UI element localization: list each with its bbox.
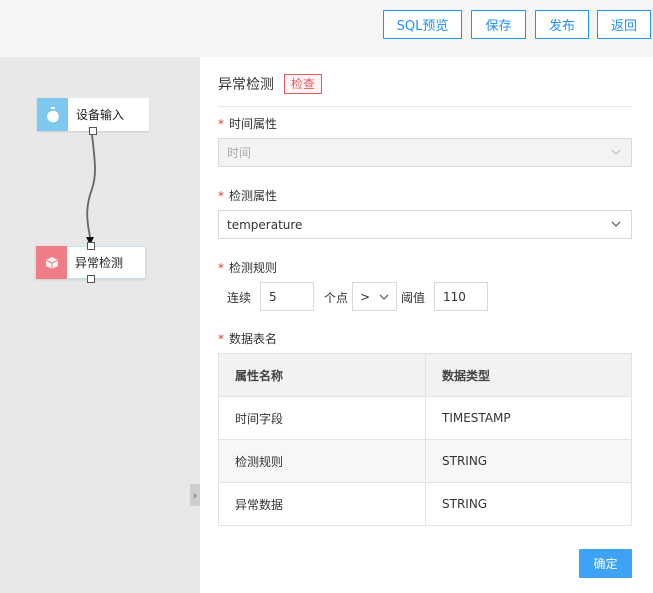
threshold-label: 阈值 [401, 291, 426, 305]
table-header-row: 属性名称 数据类型 [218, 353, 632, 397]
table-row: 时间字段 TIMESTAMP [218, 396, 632, 440]
chevron-down-icon [379, 294, 389, 300]
cube-icon [36, 246, 67, 279]
confirm-button[interactable]: 确定 [579, 549, 632, 578]
points-unit-label: 个点 [324, 291, 349, 305]
node-label: 设备输入 [76, 108, 125, 122]
detect-rule-row: 连续 5 个点 > 阈值 110 [227, 282, 527, 311]
label-text: 数据表名 [229, 332, 278, 346]
flow-canvas[interactable]: 设备输入 异常检测 › [0, 57, 200, 593]
threshold-input[interactable]: 110 [434, 282, 488, 311]
time-attr-select[interactable]: 时间 [218, 138, 632, 167]
save-button[interactable]: 保存 [471, 10, 526, 39]
sql-preview-button[interactable]: SQL预览 [383, 10, 462, 39]
select-value: 时间 [227, 146, 252, 160]
label-text: 时间属性 [229, 117, 278, 131]
back-button[interactable]: 返回 [597, 10, 651, 39]
column-header: 属性名称 [218, 353, 426, 397]
timer-icon [37, 98, 68, 131]
point-count-input[interactable]: 5 [260, 282, 314, 311]
table-row: 检测规则 STRING [218, 439, 632, 483]
table-cell: 时间字段 [218, 396, 426, 440]
attribute-table: 属性名称 数据类型 时间字段 TIMESTAMP 检测规则 STRING 异常数… [218, 353, 632, 526]
table-cell: STRING [425, 439, 632, 483]
publish-button[interactable]: 发布 [535, 10, 589, 39]
label-text: 检测属性 [229, 189, 278, 203]
label-text: 检测规则 [229, 261, 278, 275]
device-input-node[interactable]: 设备输入 [37, 98, 149, 135]
output-port[interactable] [89, 127, 97, 135]
required-mark: * [218, 189, 224, 203]
required-mark: * [218, 332, 224, 346]
detect-attr-label: * 检测属性 [218, 187, 277, 204]
table-cell: TIMESTAMP [425, 396, 632, 440]
panel-title: 异常检测 [218, 77, 274, 93]
properties-panel: 异常检测 检查 * 时间属性 时间 * 检测属性 temperature * 检测规则… [200, 57, 653, 593]
input-port[interactable] [86, 242, 95, 250]
divider [218, 106, 632, 107]
panel-header: 异常检测 检查 [218, 74, 323, 94]
chevron-down-icon [611, 221, 621, 227]
top-toolbar: SQL预览 保存 发布 返回 [0, 0, 653, 57]
table-row: 异常数据 STRING [218, 482, 632, 526]
table-name-label: * 数据表名 [218, 330, 277, 347]
time-attr-label: * 时间属性 [218, 115, 277, 132]
node-label: 异常检测 [75, 256, 124, 270]
required-mark: * [218, 261, 224, 275]
connection-line [86, 134, 96, 245]
required-mark: * [218, 117, 224, 131]
table-cell: 异常数据 [218, 482, 426, 526]
chevron-down-icon [611, 149, 621, 155]
status-tag: 检查 [284, 74, 323, 94]
anomaly-detect-node[interactable]: 异常检测 [35, 242, 146, 283]
select-value: > [360, 289, 371, 304]
table-cell: 检测规则 [218, 439, 426, 483]
table-cell: STRING [425, 482, 632, 526]
collapse-panel-handle[interactable]: › [190, 484, 200, 506]
column-header: 数据类型 [425, 353, 632, 397]
operator-select[interactable]: > [352, 282, 397, 311]
detect-attr-select[interactable]: temperature [218, 210, 632, 239]
select-value: temperature [227, 217, 303, 232]
detect-rule-label: * 检测规则 [218, 259, 277, 276]
consecutive-label: 连续 [227, 291, 252, 305]
output-port[interactable] [86, 275, 95, 283]
